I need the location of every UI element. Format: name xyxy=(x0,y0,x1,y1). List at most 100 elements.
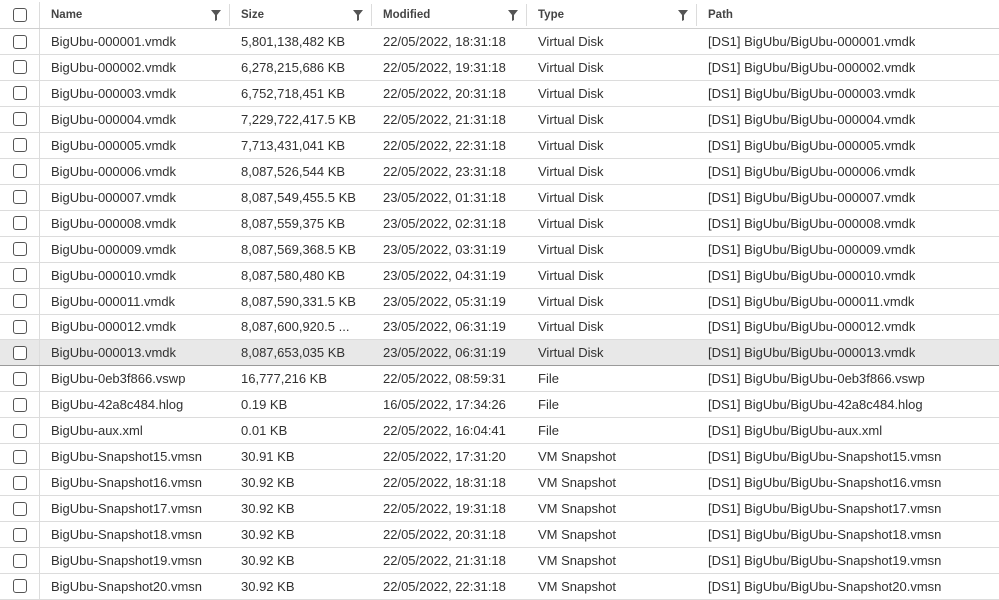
file-name-cell-text: BigUbu-000001.vmdk xyxy=(51,34,177,49)
file-type-cell: Virtual Disk xyxy=(527,314,697,339)
table-row[interactable]: BigUbu-000009.vmdk 8,087,569,368.5 KB 23/0… xyxy=(0,236,999,263)
file-size-cell: 8,087,580,480 KB xyxy=(230,263,372,288)
row-checkbox[interactable] xyxy=(12,579,27,594)
row-checkbox[interactable] xyxy=(12,449,27,464)
file-type-cell: VM Snapshot xyxy=(527,548,697,573)
file-modified-cell-text: 22/05/2022, 20:31:18 xyxy=(383,527,506,543)
file-type-cell: Virtual Disk xyxy=(527,159,697,184)
file-type-cell: Virtual Disk xyxy=(527,211,697,236)
row-checkbox[interactable] xyxy=(12,86,27,101)
header-select-all-cell xyxy=(0,2,40,28)
table-row[interactable]: BigUbu-Snapshot18.vmsn 30.92 KB 22/05/2022… xyxy=(0,522,999,549)
row-checkbox[interactable] xyxy=(12,553,27,568)
file-size-cell-text: 8,087,580,480 KB xyxy=(241,267,346,283)
file-type-cell-text: Virtual Disk xyxy=(538,59,604,75)
row-checkbox[interactable] xyxy=(12,294,27,308)
table-row[interactable]: BigUbu-0eb3f866.vswp 16,777,216 KB 22/05/2… xyxy=(0,366,999,393)
table-row[interactable]: BigUbu-000006.vmdk 8,087,526,544 KB 22/05/… xyxy=(0,158,999,185)
file-type-cell-text: Virtual Disk xyxy=(538,215,604,231)
filter-funnel-icon[interactable] xyxy=(678,10,688,21)
file-type-cell-text: Virtual Disk xyxy=(538,137,604,153)
table-row[interactable]: BigUbu-Snapshot19.vmsn 30.92 KB 22/05/2022… xyxy=(0,548,999,574)
file-name-cell-text: BigUbu-000007.vmdk xyxy=(51,189,177,205)
file-path-cell: [DS1] BigUbu/BigUbu-Snapshot18.vmsn xyxy=(697,522,999,547)
row-checkbox[interactable] xyxy=(12,216,27,231)
file-modified-cell-text: 22/05/2022, 18:31:18 xyxy=(383,34,506,49)
file-path-cell-text: [DS1] BigUbu/BigUbu-Snapshot16.vmsn xyxy=(708,475,942,491)
row-checkbox[interactable] xyxy=(12,527,27,542)
table-row[interactable]: BigUbu-aux.xml 0.01 KB 22/05/2022, 16:04:4… xyxy=(0,418,999,445)
file-modified-cell: 23/05/2022, 06:31:19 xyxy=(372,314,527,339)
select-all-checkbox[interactable] xyxy=(12,8,27,22)
file-path-cell: [DS1] BigUbu/BigUbu-42a8c484.hlog xyxy=(697,392,999,417)
file-size-cell: 30.92 KB xyxy=(230,574,372,599)
row-checkbox[interactable] xyxy=(12,242,27,257)
table-row[interactable]: BigUbu-000002.vmdk 6,278,215,686 KB 22/05/… xyxy=(0,54,999,81)
row-checkbox[interactable] xyxy=(12,138,27,153)
filter-funnel-icon[interactable] xyxy=(508,10,518,21)
column-header-name-label: Name xyxy=(51,9,83,21)
file-type-cell: VM Snapshot xyxy=(527,470,697,495)
row-checkbox[interactable] xyxy=(12,371,27,386)
row-checkbox[interactable] xyxy=(12,345,27,360)
file-name-cell-text: BigUbu-0eb3f866.vswp xyxy=(51,371,186,387)
row-checkbox[interactable] xyxy=(12,190,27,205)
file-modified-cell-text: 22/05/2022, 19:31:18 xyxy=(383,59,506,75)
column-header-name[interactable]: Name xyxy=(40,4,230,26)
file-path-cell: [DS1] BigUbu/BigUbu-000005.vmdk xyxy=(697,133,999,158)
row-select-cell xyxy=(0,236,40,262)
table-row[interactable]: BigUbu-Snapshot17.vmsn 30.92 KB 22/05/2022… xyxy=(0,496,999,523)
table-row[interactable]: BigUbu-000013.vmdk 8,087,653,035 KB 23/05/… xyxy=(0,340,999,367)
row-select-cell xyxy=(0,392,40,418)
file-name-cell: BigUbu-Snapshot20.vmsn xyxy=(40,574,230,599)
file-size-cell: 30.92 KB xyxy=(230,470,372,495)
file-type-cell: VM Snapshot xyxy=(527,444,697,469)
row-checkbox[interactable] xyxy=(12,60,27,75)
filter-funnel-icon[interactable] xyxy=(211,10,221,21)
filter-funnel-icon[interactable] xyxy=(353,10,363,21)
file-type-cell-text: File xyxy=(538,423,559,439)
file-type-cell: File xyxy=(527,392,697,417)
table-row[interactable]: BigUbu-Snapshot20.vmsn 30.92 KB 22/05/2022… xyxy=(0,573,999,600)
file-size-cell: 30.92 KB xyxy=(230,548,372,573)
file-size-cell: 6,752,718,451 KB xyxy=(230,81,372,106)
table-row[interactable]: BigUbu-000001.vmdk 5,801,138,482 KB 22/05/… xyxy=(0,29,999,55)
column-header-modified[interactable]: Modified xyxy=(372,4,527,26)
table-row[interactable]: BigUbu-000010.vmdk 8,087,580,480 KB 23/05/… xyxy=(0,262,999,289)
row-checkbox[interactable] xyxy=(12,319,27,334)
file-path-cell: [DS1] BigUbu/BigUbu-000008.vmdk xyxy=(697,211,999,236)
file-modified-cell: 22/05/2022, 19:31:18 xyxy=(372,55,527,80)
file-modified-cell: 22/05/2022, 23:31:18 xyxy=(372,159,527,184)
file-size-cell-text: 6,278,215,686 KB xyxy=(241,59,346,75)
table-row[interactable]: BigUbu-000011.vmdk 8,087,590,331.5 KB 23/0… xyxy=(0,288,999,315)
column-header-path[interactable]: Path xyxy=(697,4,999,26)
table-row[interactable]: BigUbu-000007.vmdk 8,087,549,455.5 KB 23/0… xyxy=(0,184,999,211)
file-modified-cell: 22/05/2022, 20:31:18 xyxy=(372,81,527,106)
row-checkbox[interactable] xyxy=(12,164,27,179)
row-checkbox[interactable] xyxy=(12,423,27,438)
table-row[interactable]: BigUbu-Snapshot16.vmsn 30.92 KB 22/05/2022… xyxy=(0,470,999,497)
file-size-cell: 16,777,216 KB xyxy=(230,366,372,391)
table-row[interactable]: BigUbu-000012.vmdk 8,087,600,920.5 ... 23/… xyxy=(0,314,999,341)
table-row[interactable]: BigUbu-000003.vmdk 6,752,718,451 KB 22/05/… xyxy=(0,80,999,107)
table-row[interactable]: BigUbu-000005.vmdk 7,713,431,041 KB 22/05/… xyxy=(0,132,999,159)
row-checkbox[interactable] xyxy=(12,475,27,490)
table-row[interactable]: BigUbu-Snapshot15.vmsn 30.91 KB 22/05/2022… xyxy=(0,444,999,471)
file-type-cell-text: VM Snapshot xyxy=(538,553,617,568)
row-checkbox[interactable] xyxy=(12,34,27,49)
file-type-cell-text: Virtual Disk xyxy=(538,319,604,335)
file-size-cell-text: 0.01 KB xyxy=(241,423,288,439)
row-checkbox[interactable] xyxy=(12,501,27,516)
table-row[interactable]: BigUbu-000008.vmdk 8,087,559,375 KB 23/05/… xyxy=(0,210,999,237)
row-checkbox[interactable] xyxy=(12,397,27,412)
file-type-cell-text: Virtual Disk xyxy=(538,34,604,49)
table-row[interactable]: BigUbu-42a8c484.hlog 0.19 KB 16/05/2022, 1… xyxy=(0,392,999,419)
file-name-cell-text: BigUbu-000003.vmdk xyxy=(51,85,177,101)
column-header-type[interactable]: Type xyxy=(527,4,697,26)
table-row[interactable]: BigUbu-000004.vmdk 7,229,722,417.5 KB 22/0… xyxy=(0,106,999,133)
column-header-size[interactable]: Size xyxy=(230,4,372,26)
row-checkbox[interactable] xyxy=(12,112,27,127)
file-path-cell: [DS1] BigUbu/BigUbu-aux.xml xyxy=(697,418,999,443)
file-path-cell: [DS1] BigUbu/BigUbu-000003.vmdk xyxy=(697,81,999,106)
row-checkbox[interactable] xyxy=(12,268,27,283)
